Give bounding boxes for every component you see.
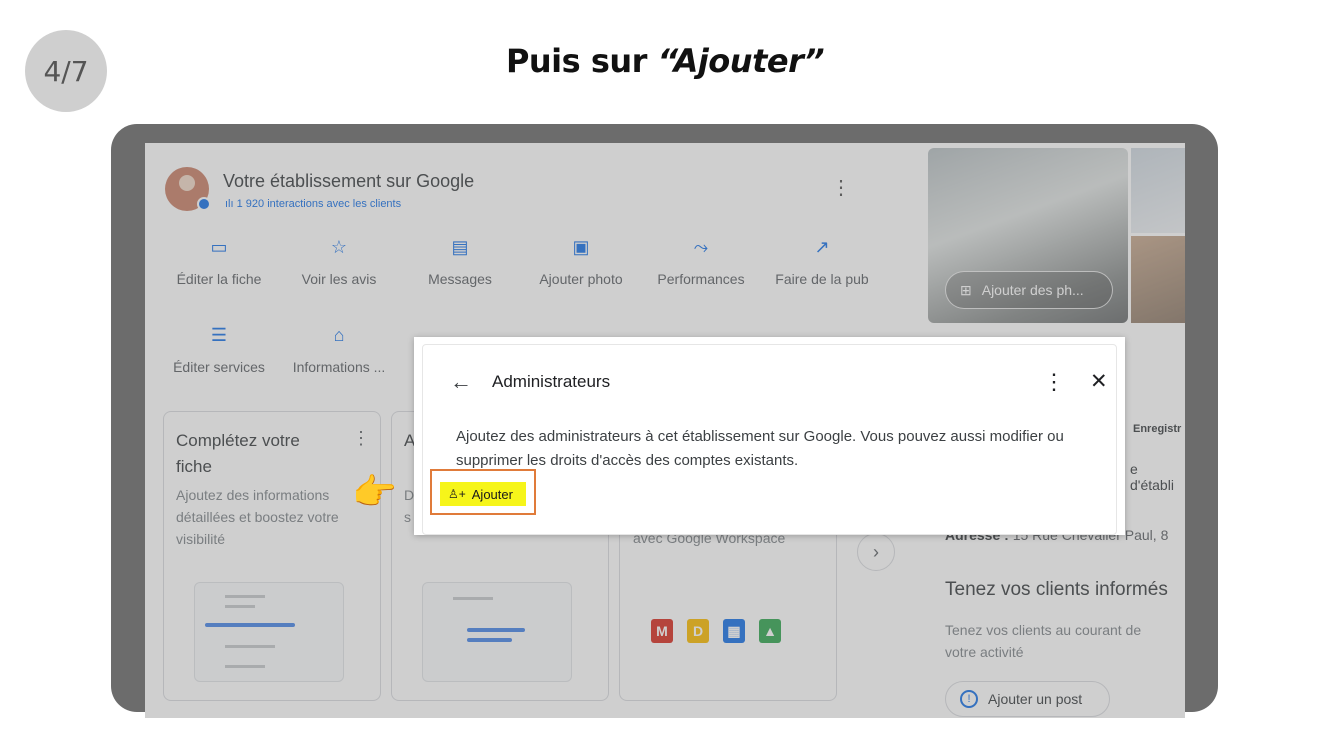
heading-prefix: Puis sur [505,42,658,80]
heading-emphasis: “Ajouter” [657,42,825,80]
pointing-hand-icon: 👉 [352,471,397,512]
back-arrow-icon[interactable]: ← [450,369,472,395]
tutorial-slide: 4/7 Puis sur “Ajouter” Votre établisseme… [0,0,1330,745]
add-admin-label: Ajouter [471,486,513,502]
add-person-icon: ♙+ [448,487,466,501]
dialog-title: Administrateurs [492,372,611,391]
dialog-more-icon[interactable]: ⋮ [1043,369,1065,395]
page-heading: Puis sur “Ajouter” [0,42,1330,80]
add-admin-button[interactable]: ♙+ Ajouter [430,469,536,515]
close-icon[interactable]: ✕ [1090,369,1108,394]
dialog-description: Ajoutez des administrateurs à cet établi… [456,428,1064,469]
add-admin-highlight[interactable]: ♙+ Ajouter [440,482,526,506]
